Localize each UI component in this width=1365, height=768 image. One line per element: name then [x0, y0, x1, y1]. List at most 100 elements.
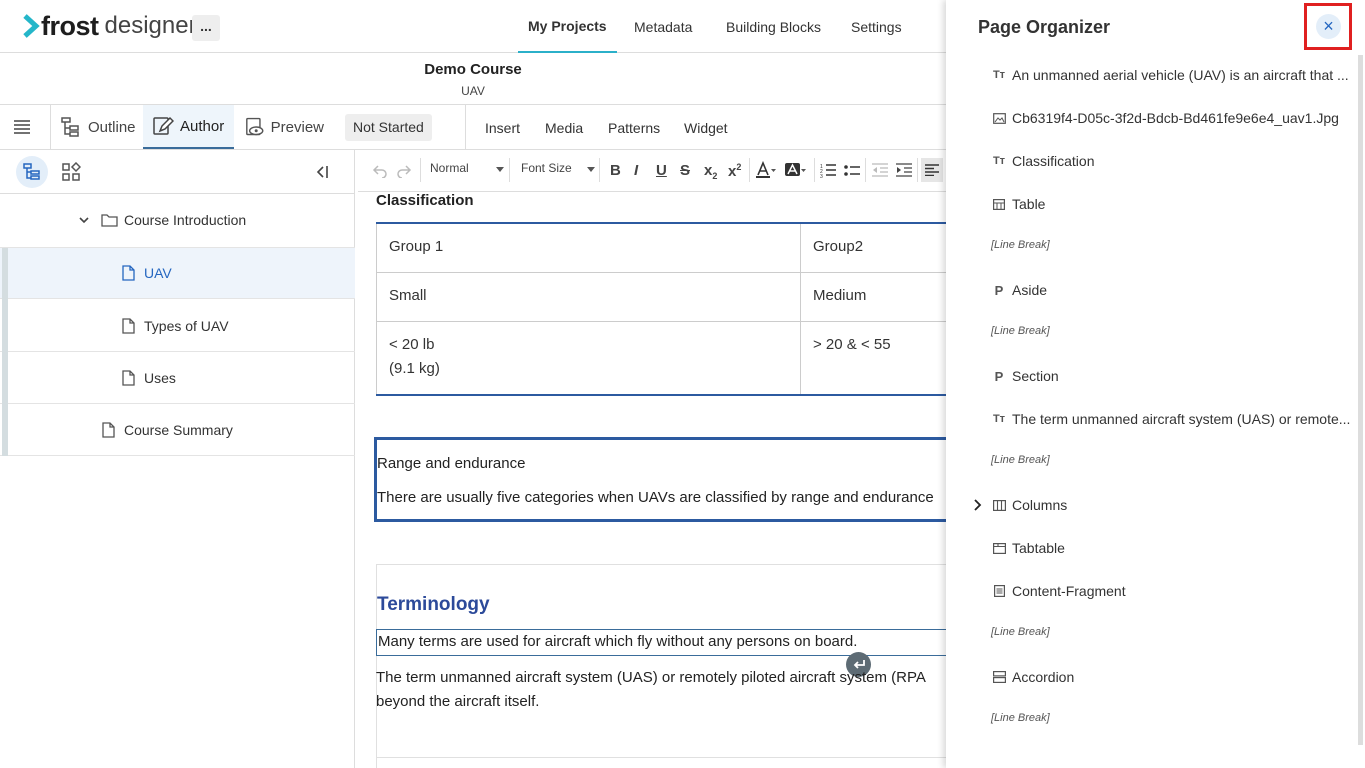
mode-bar: Outline Author Preview Not Started Inser…: [0, 105, 946, 150]
author-mode-button[interactable]: Author: [143, 105, 234, 149]
indent-icon[interactable]: [896, 163, 912, 177]
blocks-view-icon[interactable]: [61, 162, 81, 182]
outline-mode-button[interactable]: Outline: [60, 105, 140, 149]
numbered-list-icon[interactable]: 123: [820, 163, 836, 178]
strikethrough-icon[interactable]: S: [680, 162, 690, 179]
page-icon: [122, 317, 135, 334]
nav-my-projects[interactable]: My Projects: [518, 0, 617, 53]
organizer-item[interactable]: Accordion: [992, 669, 1074, 685]
hamburger-menu-icon[interactable]: [12, 118, 32, 136]
organizer-item[interactable]: Tт The term unmanned aircraft system (UAS…: [992, 411, 1351, 427]
more-menu-button[interactable]: ...: [192, 15, 220, 41]
cell-line: (9.1 kg): [389, 360, 440, 377]
preview-mode-button[interactable]: Preview: [244, 105, 324, 149]
text-icon: Tт: [992, 413, 1006, 425]
nav-label: Metadata: [634, 18, 693, 35]
organizer-item[interactable]: Cb6319f4-D05c-3f2d-Bdcb-Bd461fe9e6e4_uav…: [992, 110, 1339, 126]
tree-label: Course Introduction: [124, 212, 247, 228]
outdent-icon[interactable]: [872, 163, 888, 177]
italic-icon[interactable]: I: [634, 162, 638, 179]
font-size-select[interactable]: Font Size: [513, 158, 597, 180]
preview-mode-label: Preview: [270, 118, 324, 136]
undo-icon[interactable]: [372, 164, 388, 178]
editor-area[interactable]: Normal Font Size B I U S x2 x2 123 Class…: [358, 150, 946, 768]
bold-icon[interactable]: B: [610, 162, 621, 179]
font-size-select-value: Font Size: [521, 161, 572, 175]
organizer-item[interactable]: P Aside: [992, 282, 1047, 298]
page-icon: [122, 265, 135, 281]
toolbar-divider: [917, 158, 918, 182]
organizer-scrollbar[interactable]: [1358, 55, 1363, 745]
collapse-panel-icon[interactable]: [314, 164, 330, 180]
frost-logo[interactable]: frost designer: [22, 11, 197, 41]
logo-word-designer: designer: [104, 12, 197, 39]
aside-block[interactable]: Range and endurance There are usually fi…: [374, 437, 946, 522]
nav-metadata[interactable]: Metadata: [634, 0, 692, 53]
course-title: Demo Course: [424, 61, 522, 78]
author-mode-label: Author: [180, 117, 225, 135]
redo-icon[interactable]: [396, 164, 412, 178]
toolbar-divider: [420, 158, 421, 182]
table-cell[interactable]: Medium: [800, 273, 946, 321]
classification-heading[interactable]: Classification: [376, 192, 474, 209]
table-cell[interactable]: > 20 & < 55: [800, 322, 946, 394]
tree-view-icon[interactable]: [16, 156, 48, 188]
organizer-item[interactable]: [Line Break]: [991, 239, 1050, 251]
nav-building-blocks[interactable]: Building Blocks: [726, 0, 821, 53]
paragraph-text[interactable]: The term unmanned aircraft system (UAS) …: [376, 666, 926, 714]
course-subtitle: UAV: [461, 84, 485, 98]
nav-settings[interactable]: Settings: [851, 0, 902, 53]
tree-item-course-summary[interactable]: Course Summary: [0, 404, 355, 456]
organizer-item-label: [Line Break]: [991, 325, 1050, 337]
subscript-icon[interactable]: x2: [704, 162, 717, 181]
tree-label: Uses: [144, 369, 176, 386]
chevron-right-icon[interactable]: [973, 499, 982, 511]
organizer-item[interactable]: Table: [992, 196, 1045, 212]
status-badge[interactable]: Not Started: [345, 114, 432, 141]
tree-item-types-of-uav[interactable]: Types of UAV: [0, 300, 355, 352]
underline-icon[interactable]: U: [656, 162, 667, 179]
organizer-item[interactable]: Tт Classification: [992, 153, 1095, 169]
organizer-item-label: Columns: [1012, 497, 1068, 513]
close-panel-button[interactable]: ×: [1304, 3, 1352, 50]
widget-menu-button[interactable]: Widget: [684, 120, 728, 136]
chevron-down-icon[interactable]: [78, 214, 90, 226]
table-cell[interactable]: Group2: [800, 224, 946, 272]
table-cell[interactable]: Small: [376, 273, 800, 321]
organizer-item[interactable]: [Line Break]: [991, 325, 1050, 337]
svg-text:3: 3: [820, 174, 823, 178]
aside-text: There are usually five categories when U…: [377, 489, 934, 506]
text-color-icon[interactable]: [755, 161, 777, 179]
text-icon: Tт: [992, 69, 1006, 81]
patterns-menu-button[interactable]: Patterns: [608, 120, 660, 136]
organizer-item[interactable]: P Section: [992, 368, 1059, 384]
format-select[interactable]: Normal: [424, 158, 506, 180]
tree-item-course-introduction[interactable]: Course Introduction: [0, 194, 355, 246]
table-row: Small Medium: [376, 273, 946, 322]
organizer-item[interactable]: Tт An unmanned aerial vehicle (UAV) is an…: [992, 67, 1349, 83]
nav-label: Building Blocks: [726, 18, 821, 35]
organizer-item[interactable]: Content-Fragment: [992, 583, 1126, 599]
align-left-icon[interactable]: [921, 158, 943, 182]
media-menu-button[interactable]: Media: [545, 120, 583, 136]
table-cell[interactable]: < 20 lb (9.1 kg): [376, 322, 800, 394]
table-cell[interactable]: Group 1: [376, 224, 800, 272]
close-icon[interactable]: ×: [1316, 14, 1341, 39]
organizer-item[interactable]: Tabtable: [992, 540, 1065, 556]
organizer-item[interactable]: [Line Break]: [991, 712, 1050, 724]
highlight-color-icon[interactable]: [784, 161, 808, 179]
tree-item-uav[interactable]: UAV: [0, 247, 355, 300]
superscript-icon[interactable]: x2: [728, 162, 741, 180]
page-organizer-title: Page Organizer: [978, 17, 1111, 37]
bullet-list-icon[interactable]: [844, 163, 860, 178]
organizer-item[interactable]: [Line Break]: [991, 626, 1050, 638]
organizer-item[interactable]: Columns: [992, 497, 1067, 513]
folder-icon: [101, 214, 118, 227]
tree-item-uses[interactable]: Uses: [0, 352, 355, 404]
classification-table[interactable]: Group 1 Group2 Small Medium < 20 lb (9.1…: [376, 222, 946, 396]
tree-indent-bar: [2, 404, 8, 456]
insert-menu-button[interactable]: Insert: [485, 120, 520, 136]
organizer-item[interactable]: [Line Break]: [991, 454, 1050, 466]
paragraph-line: beyond the aircraft itself.: [376, 693, 540, 710]
toolbar-divider: [814, 158, 815, 182]
